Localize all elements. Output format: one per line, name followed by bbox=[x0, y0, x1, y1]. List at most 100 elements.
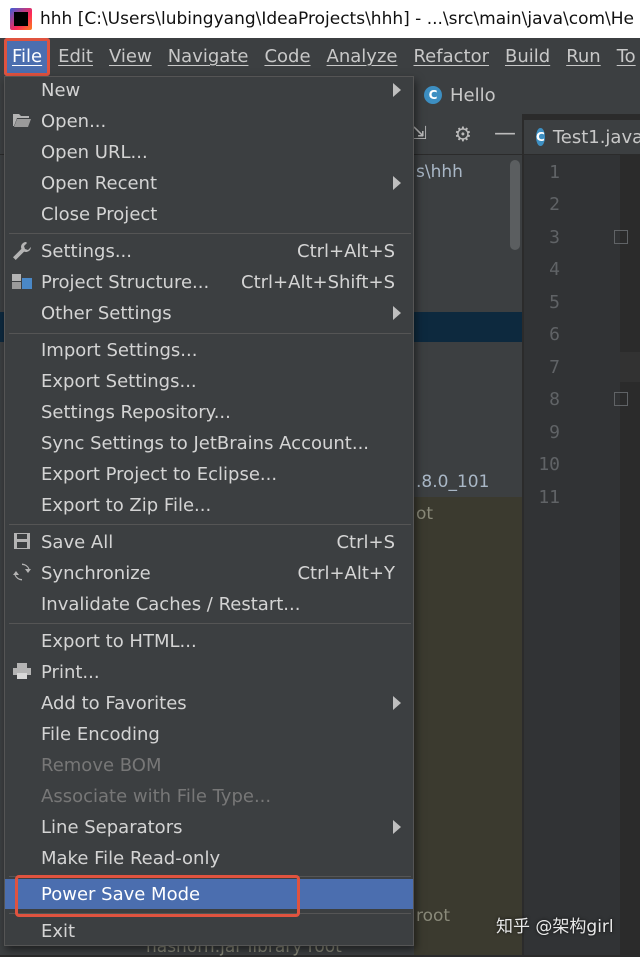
menu-item-other-settings[interactable]: Other Settings bbox=[5, 298, 413, 328]
panel-scrollbar[interactable] bbox=[510, 160, 520, 250]
menu-item-sync-settings[interactable]: Sync Settings to JetBrains Account... bbox=[5, 428, 413, 458]
menu-item-add-favorites[interactable]: Add to Favorites bbox=[5, 688, 413, 718]
menu-item-label: Make File Read-only bbox=[41, 847, 221, 869]
line-number: 8 bbox=[549, 389, 560, 410]
submenu-arrow-icon bbox=[393, 820, 401, 834]
menu-item-label: Open Recent bbox=[41, 172, 158, 194]
menu-item-remove-bom: Remove BOM bbox=[5, 750, 413, 780]
breadcrumb[interactable]: C Hello bbox=[424, 82, 496, 108]
menu-item-label: Associate with File Type... bbox=[41, 785, 272, 807]
submenu-arrow-icon bbox=[393, 83, 401, 97]
menu-item-label: Line Separators bbox=[41, 816, 183, 838]
menu-analyze[interactable]: Analyze bbox=[319, 38, 406, 76]
line-number: 1 bbox=[549, 162, 560, 183]
line-number: 11 bbox=[538, 487, 560, 508]
menu-item-open-url[interactable]: Open URL... bbox=[5, 137, 413, 167]
menu-item-label: Export Settings... bbox=[41, 370, 197, 392]
menu-item-export-html[interactable]: Export to HTML... bbox=[5, 626, 413, 656]
menu-separator bbox=[9, 233, 411, 234]
menu-item-export-eclipse[interactable]: Export Project to Eclipse... bbox=[5, 459, 413, 489]
menu-item-open[interactable]: Open... bbox=[5, 106, 413, 136]
menu-item-label: Settings... bbox=[41, 240, 132, 262]
menu-item-label: Print... bbox=[41, 661, 100, 683]
menu-item-shortcut: Ctrl+Alt+Y bbox=[297, 562, 395, 584]
folder-open-icon bbox=[11, 111, 33, 131]
menu-item-synchronize[interactable]: Synchronize Ctrl+Alt+Y bbox=[5, 558, 413, 588]
current-line-highlight bbox=[620, 352, 640, 382]
menu-item-shortcut: Ctrl+S bbox=[336, 531, 395, 553]
print-icon bbox=[11, 662, 33, 682]
collapse-icon[interactable]: ⇲ bbox=[412, 123, 432, 145]
menu-item-label: Exit bbox=[41, 920, 76, 942]
menu-item-make-read-only[interactable]: Make File Read-only bbox=[5, 843, 413, 873]
fold-marker-icon[interactable] bbox=[614, 230, 628, 244]
menu-item-label: Other Settings bbox=[41, 302, 172, 324]
menu-item-label: Settings Repository... bbox=[41, 401, 231, 423]
menu-item-save-all[interactable]: Save All Ctrl+S bbox=[5, 527, 413, 557]
menu-item-settings-repository[interactable]: Settings Repository... bbox=[5, 397, 413, 427]
fold-marker-icon[interactable] bbox=[614, 392, 628, 406]
menu-item-shortcut: Ctrl+Alt+Shift+S bbox=[241, 271, 395, 293]
menu-view[interactable]: View bbox=[101, 38, 160, 76]
line-number: 7 bbox=[549, 357, 560, 378]
menu-item-label: Sync Settings to JetBrains Account... bbox=[41, 432, 370, 454]
line-number: 4 bbox=[549, 259, 560, 280]
menu-item-file-encoding[interactable]: File Encoding bbox=[5, 719, 413, 749]
menu-item-label: Export to HTML... bbox=[41, 630, 197, 652]
menu-refactor[interactable]: Refactor bbox=[405, 38, 497, 76]
menu-item-line-separators[interactable]: Line Separators bbox=[5, 812, 413, 842]
menu-item-settings[interactable]: Settings... Ctrl+Alt+S bbox=[5, 236, 413, 266]
menu-item-label: Add to Favorites bbox=[41, 692, 187, 714]
project-path-fragment: s\hhh bbox=[416, 162, 463, 182]
line-number: 5 bbox=[549, 292, 560, 313]
menu-file[interactable]: File bbox=[4, 38, 51, 76]
root-fragment: root bbox=[416, 906, 451, 926]
menu-item-open-recent[interactable]: Open Recent bbox=[5, 168, 413, 198]
menu-item-label: Export to Zip File... bbox=[41, 494, 212, 516]
class-icon: C bbox=[536, 128, 545, 146]
menu-item-import-settings[interactable]: Import Settings... bbox=[5, 335, 413, 365]
menu-item-label: Import Settings... bbox=[41, 339, 198, 361]
submenu-arrow-icon bbox=[393, 306, 401, 320]
window-title: hhh [C:\Users\lubingyang\IdeaProjects\hh… bbox=[40, 9, 635, 29]
library-root-fragment: ot bbox=[416, 504, 434, 524]
menu-item-exit[interactable]: Exit bbox=[5, 916, 413, 946]
menu-item-label: Synchronize bbox=[41, 562, 151, 584]
editor-tab-test1[interactable]: C Test1.java bbox=[524, 120, 640, 154]
menu-item-associate-file-type: Associate with File Type... bbox=[5, 781, 413, 811]
menu-edit[interactable]: Edit bbox=[50, 38, 101, 76]
gear-icon[interactable]: ⚙ bbox=[452, 123, 474, 145]
hide-panel-icon[interactable]: — bbox=[494, 123, 516, 145]
menu-item-export-settings[interactable]: Export Settings... bbox=[5, 366, 413, 396]
library-section bbox=[414, 497, 522, 955]
menu-item-label: File Encoding bbox=[41, 723, 160, 745]
wrench-icon bbox=[11, 241, 33, 261]
line-number: 6 bbox=[549, 324, 560, 345]
main-menu-bar: File Edit View Navigate Code Analyze Ref… bbox=[0, 38, 640, 76]
menu-item-new[interactable]: New bbox=[5, 75, 413, 105]
menu-run[interactable]: Run bbox=[558, 38, 609, 76]
menu-tools[interactable]: To bbox=[609, 38, 640, 76]
menu-item-invalidate-caches[interactable]: Invalidate Caches / Restart... bbox=[5, 589, 413, 619]
menu-build[interactable]: Build bbox=[497, 38, 558, 76]
menu-separator bbox=[9, 623, 411, 624]
menu-item-label: Open... bbox=[41, 110, 107, 132]
menu-item-close-project[interactable]: Close Project bbox=[5, 199, 413, 229]
menu-code[interactable]: Code bbox=[256, 38, 318, 76]
line-number: 10 bbox=[538, 454, 560, 475]
menu-item-label: Open URL... bbox=[41, 141, 148, 163]
code-editor[interactable] bbox=[620, 155, 640, 955]
menu-item-label: Export Project to Eclipse... bbox=[41, 463, 278, 485]
menu-item-label: Project Structure... bbox=[41, 271, 210, 293]
annotation-highlight-box bbox=[15, 875, 300, 917]
menu-item-project-structure[interactable]: Project Structure... Ctrl+Alt+Shift+S bbox=[5, 267, 413, 297]
menu-separator bbox=[9, 333, 411, 334]
jdk-version-fragment: .8.0_101 bbox=[416, 472, 490, 492]
menu-navigate[interactable]: Navigate bbox=[160, 38, 257, 76]
project-structure-icon bbox=[11, 272, 33, 292]
menu-item-export-zip[interactable]: Export to Zip File... bbox=[5, 490, 413, 520]
line-number: 9 bbox=[549, 422, 560, 443]
menu-item-print[interactable]: Print... bbox=[5, 657, 413, 687]
editor-tab-label: Test1.java bbox=[552, 126, 640, 148]
submenu-arrow-icon bbox=[393, 696, 401, 710]
